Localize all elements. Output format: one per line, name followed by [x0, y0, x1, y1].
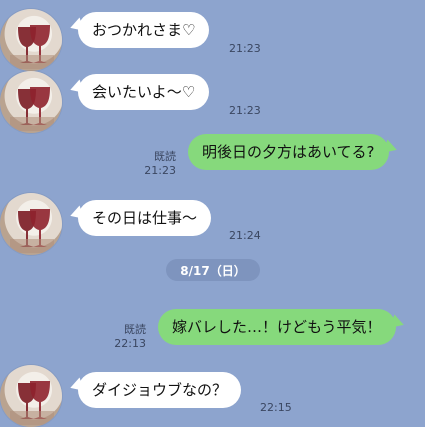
message-bubble[interactable]: ダイジョウブなの？: [78, 372, 242, 408]
message-bubble[interactable]: その日は仕事～: [78, 200, 212, 236]
message-time: 21:23: [229, 104, 261, 117]
message-meta: 既読 22:13: [112, 323, 146, 351]
message-bubble[interactable]: 会いたいよ～♡: [78, 74, 210, 110]
message-time: 21:23: [229, 42, 261, 55]
message-time: 21:24: [229, 229, 261, 242]
read-status: 既読: [154, 150, 176, 163]
message-text: その日は仕事～: [92, 209, 198, 227]
contact-avatar[interactable]: [0, 9, 62, 71]
contact-avatar[interactable]: [0, 193, 62, 255]
message-time: 22:13: [114, 337, 146, 350]
message-text: 嫁バレした…！けどもう平気！: [172, 318, 382, 336]
message-bubble[interactable]: 嫁バレした…！けどもう平気！: [158, 309, 396, 345]
date-separator: 8/17（日）: [166, 259, 260, 281]
chat-thread: おつかれさま♡ 21:23 会いたいよ～♡ 21:23 既読 21:23 明後日…: [0, 0, 425, 427]
message-bubble[interactable]: おつかれさま♡: [78, 12, 210, 48]
wine-glasses-avatar-icon: [10, 381, 54, 425]
message-text: ダイジョウブなの？: [92, 381, 228, 399]
wine-glasses-avatar-icon: [10, 209, 54, 253]
wine-glasses-avatar-icon: [10, 25, 54, 69]
wine-glasses-avatar-icon: [10, 87, 54, 131]
contact-avatar[interactable]: [0, 71, 62, 133]
contact-avatar[interactable]: [0, 365, 62, 427]
message-text: 明後日の夕方はあいてる?: [202, 143, 375, 161]
message-bubble[interactable]: 明後日の夕方はあいてる?: [188, 134, 389, 170]
message-time: 21:23: [144, 164, 176, 177]
message-meta: 既読 21:23: [142, 150, 176, 178]
message-text: おつかれさま♡: [92, 21, 196, 39]
message-time: 22:15: [260, 401, 292, 414]
read-status: 既読: [124, 323, 146, 336]
message-text: 会いたいよ～♡: [92, 83, 196, 101]
